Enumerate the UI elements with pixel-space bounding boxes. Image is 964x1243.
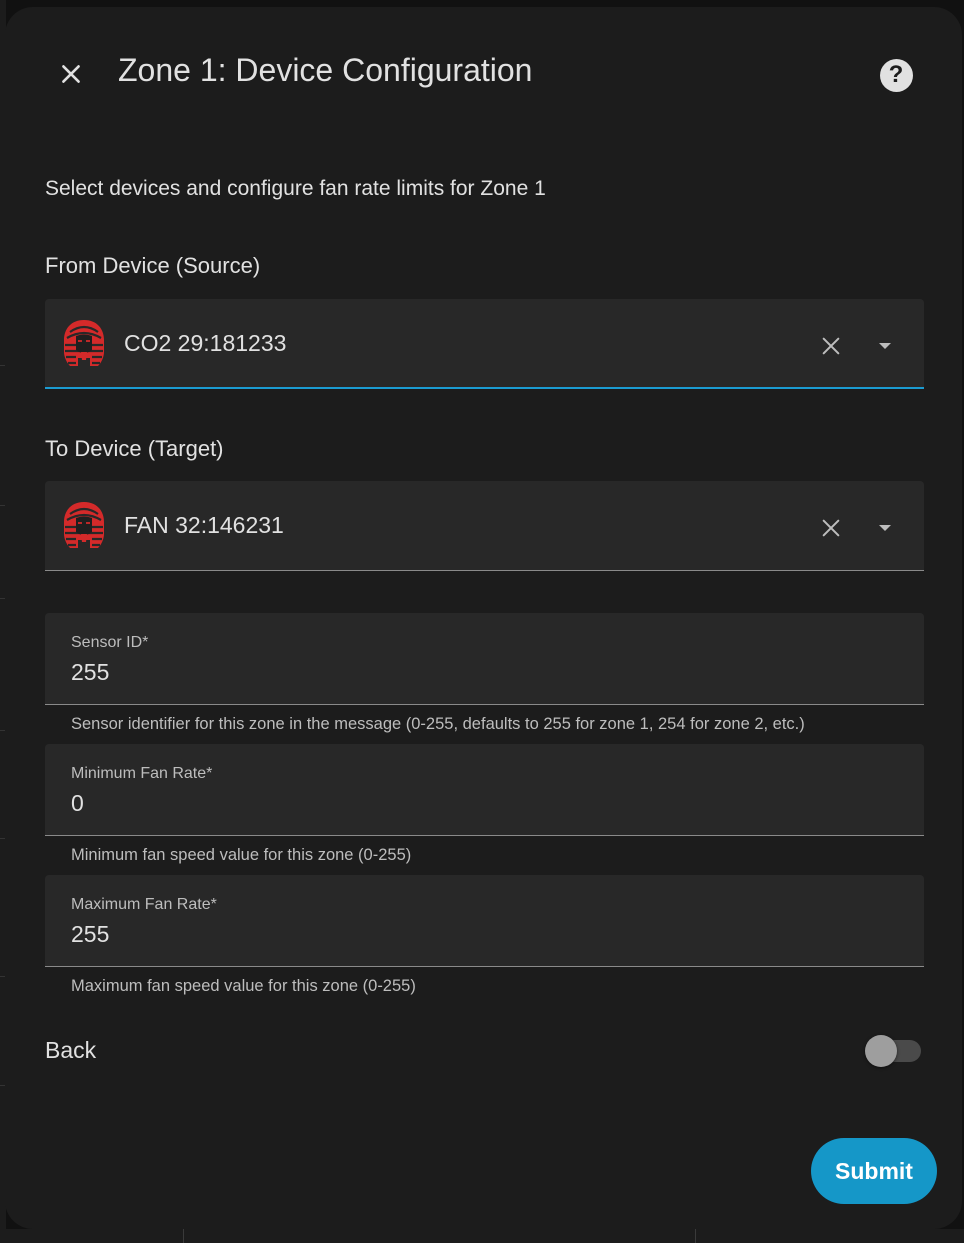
source-device-picker[interactable]: CO2 29:181233 xyxy=(45,299,924,389)
dialog-description: Select devices and configure fan rate li… xyxy=(45,177,546,200)
submit-button[interactable]: Submit xyxy=(811,1138,937,1204)
help-circle-icon: ? xyxy=(879,58,913,92)
max-fan-rate-input[interactable] xyxy=(71,919,891,949)
dialog-title: Zone 1: Device Configuration xyxy=(118,52,533,88)
sensor-id-input[interactable] xyxy=(71,657,891,687)
toggle-thumb xyxy=(865,1035,897,1067)
menu-down-icon xyxy=(879,525,891,531)
pharaoh-device-icon xyxy=(64,320,104,366)
menu-down-icon xyxy=(879,343,891,349)
close-button[interactable] xyxy=(51,54,91,94)
source-device-label: From Device (Source) xyxy=(45,253,261,278)
target-dropdown-button[interactable] xyxy=(867,510,903,546)
target-device-value: FAN 32:146231 xyxy=(124,512,284,538)
target-device-label: To Device (Target) xyxy=(45,436,224,461)
clear-icon xyxy=(822,519,840,537)
source-device-value: CO2 29:181233 xyxy=(124,330,287,356)
clear-icon xyxy=(822,337,840,355)
min-fan-rate-label: Minimum Fan Rate* xyxy=(71,765,213,782)
source-clear-button[interactable] xyxy=(813,328,849,364)
min-fan-rate-field[interactable]: Minimum Fan Rate* xyxy=(45,744,924,836)
help-button[interactable]: ? xyxy=(877,56,915,94)
sensor-id-label: Sensor ID* xyxy=(71,634,149,651)
min-fan-rate-helper: Minimum fan speed value for this zone (0… xyxy=(71,846,412,864)
max-fan-rate-field[interactable]: Maximum Fan Rate* xyxy=(45,875,924,967)
close-icon xyxy=(62,65,80,83)
sensor-id-field[interactable]: Sensor ID* xyxy=(45,613,924,705)
sensor-id-helper: Sensor identifier for this zone in the m… xyxy=(71,715,805,733)
source-dropdown-button[interactable] xyxy=(867,328,903,364)
max-fan-rate-label: Maximum Fan Rate* xyxy=(71,896,217,913)
pharaoh-device-icon xyxy=(64,502,104,548)
target-clear-button[interactable] xyxy=(813,510,849,546)
target-device-picker[interactable]: FAN 32:146231 xyxy=(45,481,924,571)
back-toggle-switch[interactable] xyxy=(863,1033,925,1069)
min-fan-rate-input[interactable] xyxy=(71,788,891,818)
background-footer xyxy=(0,1229,964,1243)
back-toggle-label: Back xyxy=(45,1037,97,1063)
device-configuration-dialog: Zone 1: Device Configuration ? Select de… xyxy=(5,7,962,1229)
max-fan-rate-helper: Maximum fan speed value for this zone (0… xyxy=(71,977,416,995)
